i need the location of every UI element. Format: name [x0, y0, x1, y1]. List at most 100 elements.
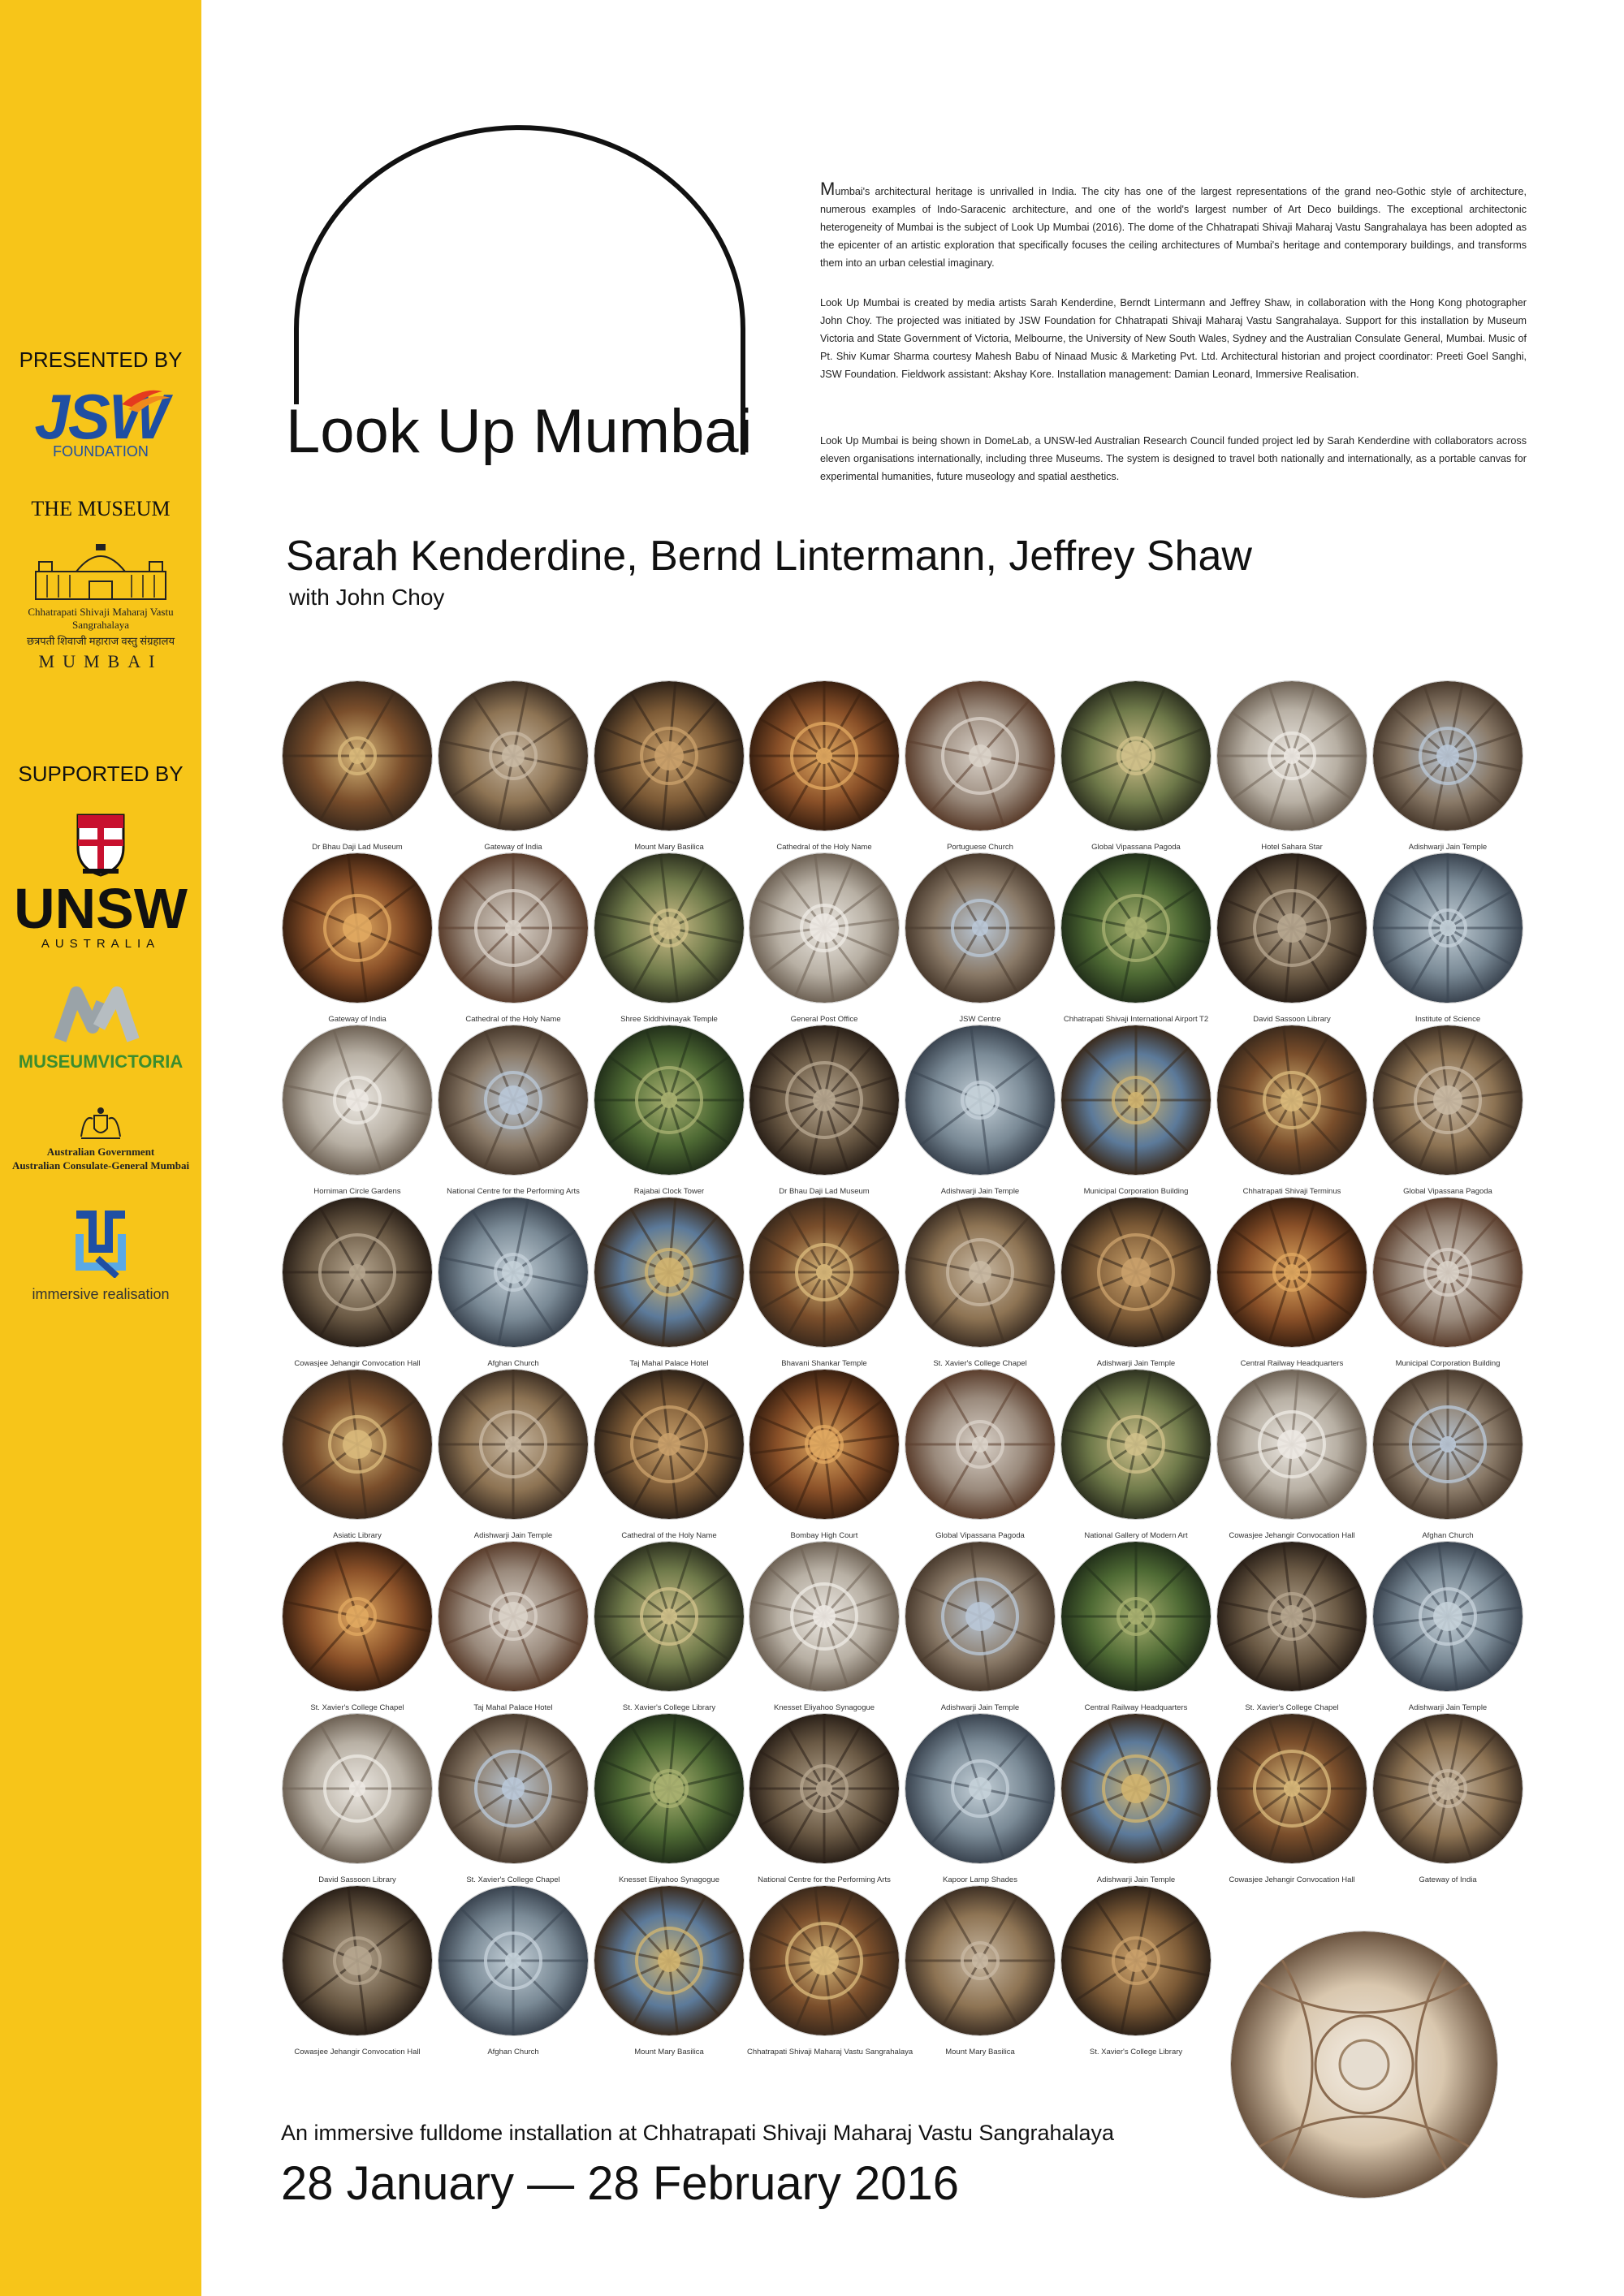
dome-photo [1216, 1541, 1367, 1692]
dome-caption: Kapoor Lamp Shades [943, 1875, 1017, 1884]
dome-photo [438, 1197, 589, 1348]
dome-photo-artwork [1217, 1714, 1367, 1863]
dome-tile: St. Xavier's College Chapel [436, 1713, 590, 1884]
dome-caption: Gateway of India [484, 843, 542, 852]
dome-caption: Gateway of India [328, 1015, 387, 1024]
dome-photo [1060, 680, 1212, 831]
dome-tile: St. Xavier's College Chapel [280, 1541, 434, 1712]
dome-caption: Adishwarji Jain Temple [940, 1703, 1020, 1712]
dome-photo [594, 1197, 745, 1348]
dome-caption: St. Xavier's College Library [622, 1703, 716, 1712]
featured-dome-image [1230, 1931, 1498, 2199]
dome-photo-artwork [1373, 1542, 1522, 1691]
dome-tile: David Sassoon Library [1215, 852, 1369, 1024]
dome-photo-artwork [749, 1886, 899, 2035]
dome-caption: Central Railway Headquarters [1084, 1703, 1188, 1712]
dome-photo-artwork [594, 681, 744, 831]
exhibition-dates: 28 January — 28 February 2016 [281, 2157, 960, 2210]
dome-photo-artwork [905, 1542, 1055, 1691]
dome-caption: Cathedral of the Holy Name [776, 843, 872, 852]
dome-tile: JSW Centre [903, 852, 1057, 1024]
dome-photo-artwork [594, 1370, 744, 1519]
dome-photo-artwork [749, 1542, 899, 1691]
dome-photo [1372, 1197, 1523, 1348]
dome-caption: Cathedral of the Holy Name [465, 1015, 561, 1024]
dome-photo-artwork [594, 853, 744, 1003]
dome-photo-artwork [1217, 853, 1367, 1003]
dome-tile: Global Vipassana Pagoda [1371, 1025, 1525, 1196]
dome-photo-artwork [594, 1542, 744, 1691]
dome-photo [594, 1713, 745, 1864]
dome-tile: Knesset Eliyahoo Synagogue [747, 1541, 901, 1712]
dome-tile: Cowasjee Jehangir Convocation Hall [1215, 1713, 1369, 1884]
dome-caption: Shree Siddhivinayak Temple [620, 1015, 718, 1024]
dome-caption: Horniman Circle Gardens [313, 1187, 401, 1196]
dome-caption: Chhatrapati Shivaji Maharaj Vastu Sangra… [747, 2048, 914, 2056]
dome-photo-artwork [1061, 1370, 1211, 1519]
dome-photo [282, 1713, 433, 1864]
dome-tile: Cowasjee Jehangir Convocation Hall [280, 1885, 434, 2056]
dome-tile: Chhatrapati Shivaji International Airpor… [1059, 852, 1213, 1024]
dome-caption: Bhavani Shankar Temple [781, 1359, 867, 1368]
dome-photo [905, 1197, 1056, 1348]
dome-tile: Adishwarji Jain Temple [903, 1025, 1057, 1196]
dome-photo-artwork [438, 853, 588, 1003]
dome-tile: Adishwarji Jain Temple [1059, 1197, 1213, 1368]
immersive-realisation-text: immersive realisation [32, 1286, 170, 1302]
artists-line: Sarah Kenderdine, Bernd Lintermann, Jeff… [286, 533, 1252, 580]
dome-photo-artwork [594, 1198, 744, 1347]
dome-photo-artwork [1373, 1714, 1522, 1863]
dome-tile: Afghan Church [436, 1197, 590, 1368]
dome-photo [1372, 1369, 1523, 1520]
immersive-realisation-icon [76, 1211, 126, 1279]
dome-tile: St. Xavier's College Library [592, 1541, 746, 1712]
dome-tile: Adishwarji Jain Temple [1059, 1713, 1213, 1884]
dome-photo-artwork [749, 1025, 899, 1175]
dome-caption: Taj Mahal Palace Hotel [473, 1703, 553, 1712]
dome-photo-artwork [1061, 681, 1211, 831]
dome-photo-artwork [594, 1886, 744, 2035]
dome-photo [594, 680, 745, 831]
intro-dropcap: M [820, 179, 836, 199]
dome-photo-artwork [905, 1714, 1055, 1863]
dome-tile: Global Vipassana Pagoda [1059, 680, 1213, 852]
dome-tile: Gateway of India [436, 680, 590, 852]
dome-photo-artwork [438, 1886, 588, 2035]
dome-tile: Cowasjee Jehangir Convocation Hall [280, 1197, 434, 1368]
dome-tile: Kapoor Lamp Shades [903, 1713, 1057, 1884]
dome-photo-artwork [905, 1025, 1055, 1175]
dome-tile: Taj Mahal Palace Hotel [436, 1541, 590, 1712]
dome-photo [438, 1369, 589, 1520]
dome-tile: St. Xavier's College Chapel [1215, 1541, 1369, 1712]
dome-caption: Asiatic Library [333, 1531, 382, 1540]
dome-photo-artwork [283, 1025, 432, 1175]
dome-photo-artwork [905, 853, 1055, 1003]
dome-photo-artwork [438, 1542, 588, 1691]
dome-photo-artwork [905, 1198, 1055, 1347]
dome-photo [438, 1541, 589, 1692]
dome-photo [1216, 1369, 1367, 1520]
museum-victoria-m-icon [54, 986, 140, 1042]
dome-photo-artwork [1373, 1025, 1522, 1175]
dome-photo-artwork [905, 681, 1055, 831]
dome-tile: Dr Bhau Daji Lad Museum [280, 680, 434, 852]
dome-caption: Afghan Church [487, 2048, 539, 2056]
australian-government-logo: Australian Government Australian Consula… [0, 1104, 201, 1172]
dome-caption: Rajabai Clock Tower [633, 1187, 705, 1196]
dome-caption: Bombay High Court [790, 1531, 858, 1540]
dome-caption: Adishwarji Jain Temple [1408, 843, 1488, 852]
dome-caption: St. Xavier's College Chapel [310, 1703, 404, 1712]
dome-photo-artwork [1373, 1198, 1522, 1347]
dome-photo [1060, 1713, 1212, 1864]
dome-photo [282, 1369, 433, 1520]
dome-photo [594, 1541, 745, 1692]
museum-building-icon [35, 544, 166, 600]
dome-caption: Portuguese Church [947, 843, 1013, 852]
dome-caption: Afghan Church [1422, 1531, 1474, 1540]
dome-caption: Dr Bhau Daji Lad Museum [779, 1187, 870, 1196]
dome-tile: National Gallery of Modern Art [1059, 1369, 1213, 1540]
dome-tile: Cathedral of the Holy Name [592, 1369, 746, 1540]
dome-photo [1216, 1713, 1367, 1864]
dome-photo [1060, 1197, 1212, 1348]
dome-photo [749, 680, 900, 831]
